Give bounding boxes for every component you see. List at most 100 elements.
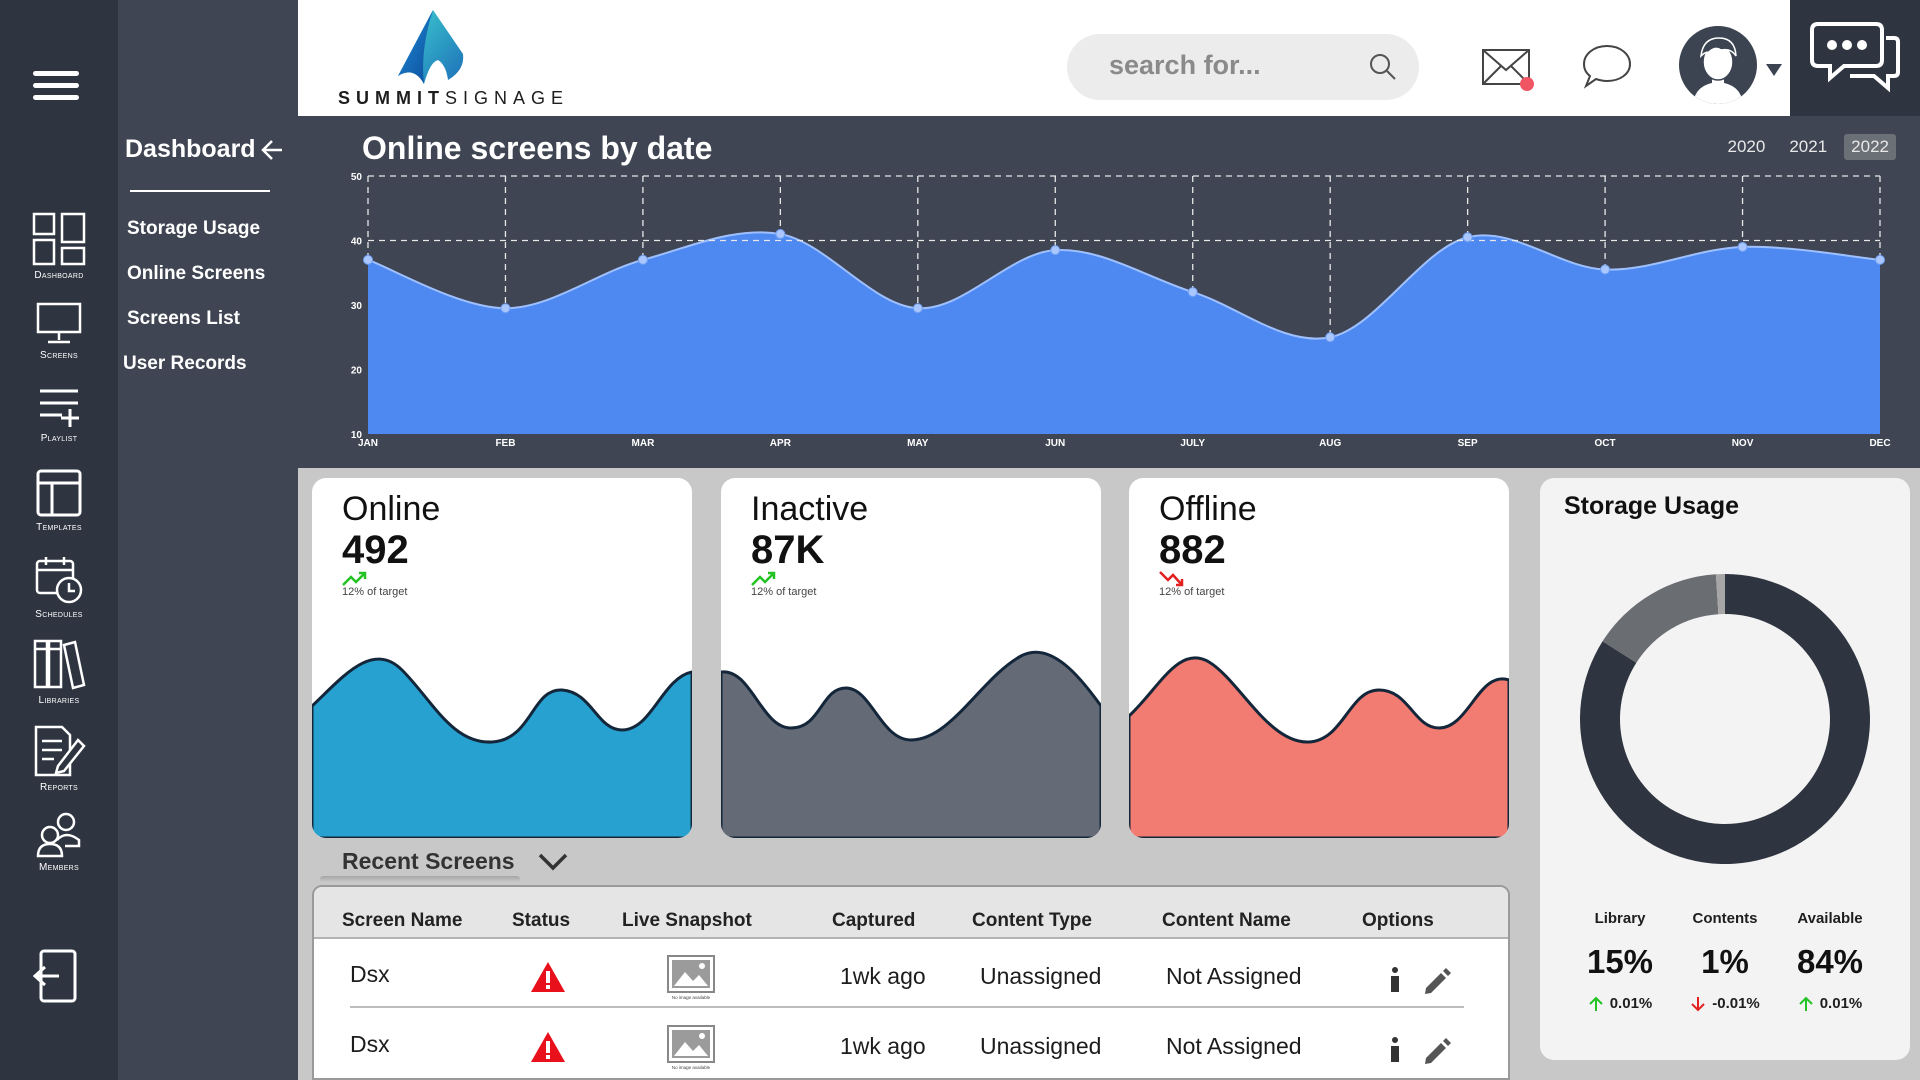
storage-col-label: Contents — [1692, 910, 1758, 927]
chart-y-tick-label: 40 — [351, 237, 363, 248]
logo-wordmark-light: SIGNAGE — [445, 88, 570, 108]
chat-bubble-icon[interactable] — [1582, 43, 1632, 89]
chart-y-tick-label: 20 — [351, 366, 363, 377]
nav-members-label: Members — [39, 862, 79, 873]
storage-col-value: 1% — [1701, 943, 1749, 980]
active-nav-pointer — [104, 236, 118, 264]
chart-x-tick-label: JULY — [1180, 438, 1205, 449]
col-status: Status — [512, 910, 571, 931]
wave-graphic — [721, 650, 1101, 838]
chart-point — [1187, 287, 1198, 298]
books-icon — [33, 639, 86, 690]
dashboard-grid-icon — [32, 212, 86, 266]
image-placeholder-icon[interactable]: No image available — [667, 1025, 715, 1071]
stat-target-text: 12% of target — [1159, 586, 1225, 598]
storage-col-delta: 0.01% — [1775, 995, 1885, 1012]
storage-col-delta-value: 0.01% — [1609, 995, 1653, 1012]
chart-x-tick-label: APR — [770, 438, 792, 449]
submenu-item-online-screens[interactable]: Online Screens — [127, 263, 265, 285]
cell-captured: 1wk ago — [840, 1033, 926, 1059]
submenu-item-screens-list[interactable]: Screens List — [127, 308, 240, 330]
cell-content-type: Unassigned — [980, 963, 1102, 989]
logo-wordmark-bold: SUMMIT — [338, 88, 445, 108]
chart-x-tick-label: OCT — [1595, 438, 1616, 449]
chart-x-tick-label: JUN — [1045, 438, 1065, 449]
info-icon[interactable] — [1388, 967, 1402, 993]
info-icon[interactable] — [1388, 1037, 1402, 1063]
search-icon[interactable] — [1369, 53, 1397, 81]
cell-content-name: Not Assigned — [1166, 1033, 1302, 1059]
submenu-item-storage-usage[interactable]: Storage Usage — [127, 218, 260, 240]
stat-card-online[interactable]: Online 492 12% of target — [312, 478, 692, 838]
arrow-left-icon[interactable] — [260, 138, 284, 162]
stat-target-text: 12% of target — [751, 586, 817, 598]
stat-value: 492 — [342, 528, 409, 572]
storage-col-delta-value: 0.01% — [1819, 995, 1863, 1012]
trend-up-icon — [342, 571, 367, 586]
storage-col-value: 15% — [1586, 943, 1654, 980]
search-input[interactable]: search for... — [1067, 34, 1419, 100]
chart-point — [1737, 241, 1748, 252]
nav-playlist[interactable]: Playlist — [0, 385, 118, 444]
icon-rail: Dashboard Screens Playlist Templates Sch… — [0, 0, 118, 1080]
nav-templates[interactable]: Templates — [0, 468, 118, 533]
recent-screens-table: Screen Name Status Live Snapshot Capture… — [312, 885, 1510, 1080]
recent-screens-title: Recent Screens — [342, 848, 515, 874]
col-content-name: Content Name — [1162, 910, 1291, 931]
chart-point — [775, 229, 786, 240]
support-chat-button[interactable] — [1790, 0, 1920, 116]
chart-x-tick-label: MAR — [632, 438, 656, 449]
stat-value: 87K — [751, 528, 825, 572]
stat-label: Inactive — [751, 490, 869, 528]
cell-captured: 1wk ago — [840, 963, 926, 989]
calendar-clock-icon — [35, 557, 83, 604]
wave-graphic — [1129, 656, 1509, 838]
nav-libraries[interactable]: Libraries — [0, 637, 118, 706]
storage-col-delta: 0.01% — [1565, 995, 1675, 1012]
nav-reports[interactable]: Reports — [0, 724, 118, 793]
chart-area-fill — [368, 232, 1880, 434]
chart-x-tick-label: NOV — [1732, 438, 1754, 449]
online-screens-chart-panel: Online screens by date 2020 2021 2022 10… — [298, 116, 1920, 468]
cell-screen-name: Dsx — [350, 1031, 390, 1057]
chart-point — [1875, 254, 1885, 265]
edit-pencil-icon[interactable] — [1422, 1037, 1452, 1067]
cell-content-type: Unassigned — [980, 1033, 1102, 1059]
submenu-title[interactable]: Dashboard — [125, 135, 284, 164]
submenu-item-user-records[interactable]: User Records — [123, 353, 247, 375]
stat-card-offline[interactable]: Offline 882 12% of target — [1129, 478, 1509, 838]
col-live-snapshot: Live Snapshot — [622, 910, 752, 931]
storage-available: Available 84% 0.01% — [1775, 910, 1885, 1012]
chart-x-tick-label: AUG — [1319, 438, 1341, 449]
logout-icon[interactable] — [33, 948, 83, 1004]
table-row[interactable]: Dsx No image available 1wk ago Unassigne… — [314, 1009, 1508, 1078]
donut-segment-library — [1602, 574, 1719, 663]
col-content-type: Content Type — [972, 910, 1092, 931]
nav-schedules[interactable]: Schedules — [0, 555, 118, 620]
recent-screens-toggle[interactable]: Recent Screens — [342, 848, 569, 875]
storage-col-label: Available — [1797, 910, 1863, 927]
stat-card-inactive[interactable]: Inactive 87K 12% of target — [721, 478, 1101, 838]
wave-graphic — [312, 657, 692, 838]
nav-members[interactable]: Members — [0, 810, 118, 873]
stat-target-text: 12% of target — [342, 586, 408, 598]
stat-label: Online — [342, 490, 441, 528]
storage-title: Storage Usage — [1564, 492, 1740, 520]
nav-dashboard[interactable]: Dashboard — [0, 212, 118, 281]
user-menu-caret-icon[interactable] — [1766, 64, 1782, 76]
chart-x-tick-label: MAY — [907, 438, 929, 449]
trend-up-icon — [751, 571, 776, 586]
notification-dot — [1520, 77, 1534, 91]
monitor-icon — [36, 302, 82, 344]
image-placeholder-icon[interactable]: No image available — [667, 955, 715, 1001]
template-layout-icon — [36, 469, 82, 517]
table-row[interactable]: Dsx No image available 1wk ago Unassigne… — [314, 939, 1508, 1009]
hamburger-menu-icon[interactable] — [33, 71, 79, 101]
edit-pencil-icon[interactable] — [1422, 967, 1452, 997]
chart-point — [1050, 245, 1061, 256]
top-header: SUMMITSIGNAGE search for... — [298, 0, 1790, 116]
nav-screens[interactable]: Screens — [0, 302, 118, 361]
chart-point — [912, 303, 923, 314]
mail-icon[interactable] — [1481, 46, 1535, 92]
user-avatar[interactable] — [1679, 26, 1757, 104]
